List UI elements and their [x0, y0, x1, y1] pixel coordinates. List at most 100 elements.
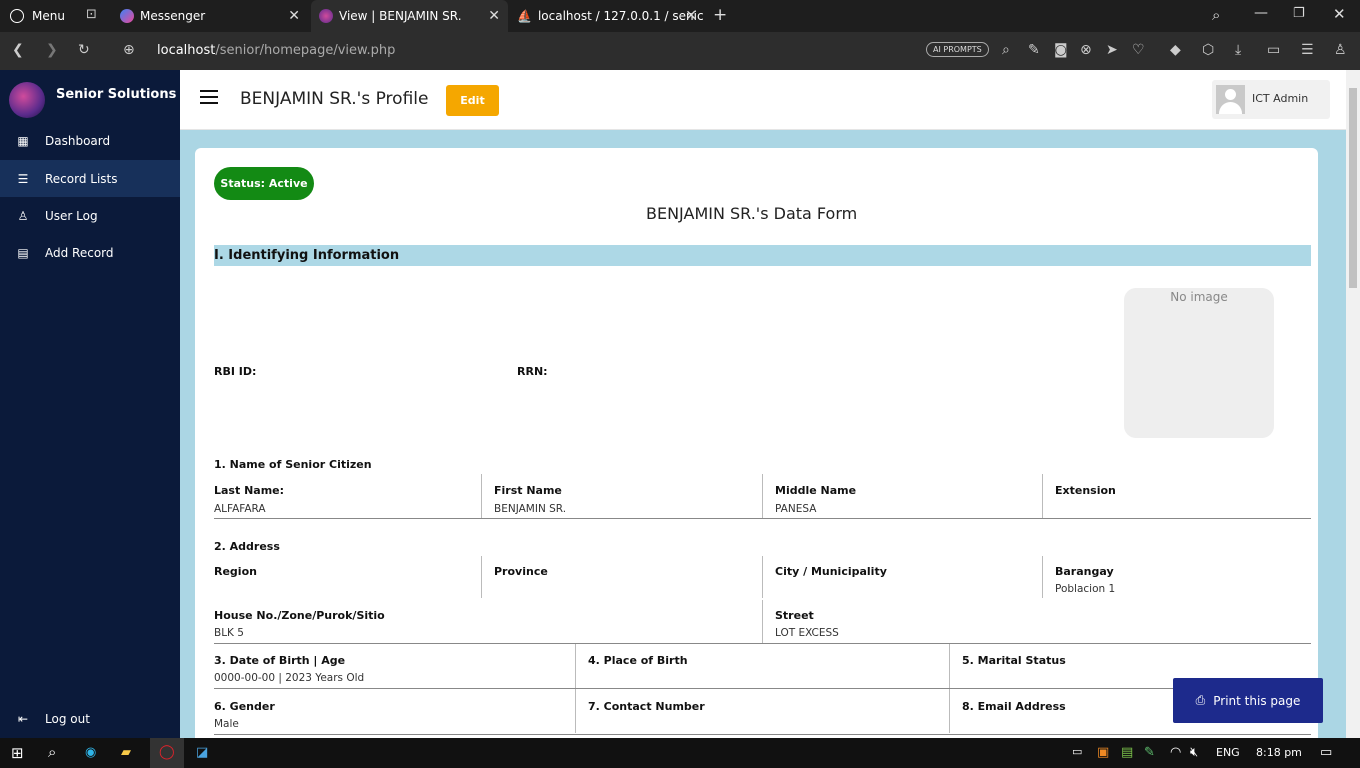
- download-icon[interactable]: ⤓: [1235, 42, 1241, 58]
- messenger-icon: [120, 9, 134, 23]
- email-address-label: 8. Email Address: [962, 700, 1066, 713]
- tray-edit-icon[interactable]: ✎: [1144, 745, 1155, 760]
- profile-icon[interactable]: ♙: [1334, 42, 1347, 58]
- brand-name: Senior Solutions: [56, 87, 177, 102]
- clock[interactable]: 8:18 pm: [1256, 746, 1302, 759]
- extensions-icon[interactable]: ⬡: [1202, 42, 1214, 58]
- archive-icon: ▤: [17, 245, 29, 260]
- opera-taskbar-item[interactable]: ◯: [150, 738, 184, 768]
- reload-icon[interactable]: ↻: [78, 42, 90, 58]
- printer-icon: ⎙: [1195, 693, 1206, 707]
- file-explorer-icon[interactable]: ▰: [121, 745, 131, 760]
- windows-taskbar: ⊞ ⌕ ◉ ▰ ◯ ◪ ▭ ▣ ▤ ✎ ◠ 🔇︎ ENG 8:18 pm ▭: [0, 738, 1360, 768]
- windows-start-icon[interactable]: ⊞: [11, 744, 24, 762]
- close-tab-icon[interactable]: ✕: [488, 8, 500, 24]
- close-window-icon[interactable]: ✕: [1333, 5, 1346, 23]
- tray-app-icon[interactable]: ▤: [1121, 745, 1133, 760]
- search-icon[interactable]: ⌕: [48, 743, 56, 761]
- grid-icon: ▦: [17, 133, 29, 148]
- first-name-label: First Name: [494, 484, 562, 497]
- sidebar-item-record-lists[interactable]: ☰ Record Lists: [0, 160, 180, 197]
- opera-logo-icon[interactable]: [10, 9, 24, 23]
- site-info-icon[interactable]: ⊕: [123, 42, 135, 58]
- user-menu[interactable]: ICT Admin: [1212, 80, 1330, 119]
- wifi-icon[interactable]: ◠: [1170, 745, 1181, 760]
- site-favicon-icon: [319, 9, 333, 23]
- gender-value: Male: [214, 718, 239, 730]
- divider: [214, 734, 1311, 735]
- close-tab-icon[interactable]: ✕: [288, 8, 300, 24]
- sidebar-item-label: Add Record: [45, 245, 114, 260]
- tab-messenger[interactable]: Messenger ✕: [112, 0, 308, 32]
- sidebar-item-add-record[interactable]: ▤ Add Record: [0, 234, 180, 271]
- edit-button[interactable]: Edit: [446, 85, 499, 116]
- profile-photo: No image: [1124, 288, 1274, 438]
- heart-icon[interactable]: ♡: [1132, 42, 1145, 58]
- street-label: Street: [775, 609, 814, 622]
- sidebar-item-dashboard[interactable]: ▦ Dashboard: [0, 122, 180, 159]
- tab-islands-icon[interactable]: ⊡: [86, 7, 97, 22]
- minimize-icon[interactable]: —: [1254, 5, 1268, 21]
- battery-tray-icon[interactable]: ▭: [1072, 745, 1082, 758]
- back-icon[interactable]: ❮: [12, 42, 24, 58]
- place-of-birth-label: 4. Place of Birth: [588, 654, 688, 667]
- vscode-icon[interactable]: ◪: [196, 745, 208, 760]
- avatar: [1216, 85, 1245, 114]
- divider: [214, 518, 1311, 519]
- battery-icon[interactable]: ▭: [1267, 42, 1280, 58]
- easy-setup-icon[interactable]: ☰: [1301, 42, 1314, 58]
- print-button[interactable]: ⎙ Print this page: [1173, 678, 1323, 723]
- sidebar-item-label: Dashboard: [45, 133, 111, 148]
- scrollbar-thumb[interactable]: [1349, 88, 1357, 288]
- find-icon[interactable]: ⌕: [1002, 42, 1010, 58]
- address-bar-row: ❮ ❯ ↻ ⊕ localhost/senior/homepage/view.p…: [0, 32, 1360, 70]
- share-icon[interactable]: ✎: [1028, 42, 1040, 58]
- tab-label: View | BENJAMIN SR.: [339, 9, 462, 23]
- sidebar-item-user-log[interactable]: ♙ User Log: [0, 197, 180, 234]
- divider: [762, 556, 763, 598]
- logout-label: Log out: [45, 711, 90, 726]
- tab-label: Messenger: [140, 9, 206, 23]
- language-indicator[interactable]: ENG: [1216, 746, 1240, 759]
- restore-icon[interactable]: ❐: [1293, 6, 1305, 21]
- page-title: BENJAMIN SR.'s Profile: [240, 89, 429, 109]
- notifications-icon[interactable]: ▭: [1320, 745, 1332, 760]
- camera-icon[interactable]: ◙: [1054, 42, 1068, 58]
- logout-link[interactable]: ⇤ Log out: [0, 700, 180, 737]
- divider: [762, 600, 763, 643]
- send-icon[interactable]: ➤: [1106, 42, 1118, 58]
- contact-number-label: 7. Contact Number: [588, 700, 705, 713]
- main-content: Status: Active BENJAMIN SR.'s Data Form …: [180, 130, 1346, 738]
- sidebar: Senior Solutions ▦ Dashboard ☰ Record Li…: [0, 70, 180, 738]
- page-scrollbar[interactable]: [1346, 70, 1360, 738]
- tab-view-profile[interactable]: View | BENJAMIN SR. ✕: [311, 0, 508, 32]
- tab-label: localhost / 127.0.0.1 / senic: [537, 9, 704, 23]
- menu-label[interactable]: Menu: [32, 9, 65, 23]
- xampp-tray-icon[interactable]: ▣: [1097, 745, 1109, 760]
- list-icon: ☰: [17, 171, 29, 186]
- divider: [949, 689, 950, 733]
- ai-prompts-button[interactable]: AI PROMPTS: [926, 42, 989, 57]
- new-tab-icon[interactable]: +: [713, 5, 727, 25]
- edge-icon[interactable]: ◉: [85, 745, 96, 760]
- divider: [762, 474, 763, 518]
- divider: [949, 644, 950, 688]
- brand-logo: [9, 82, 45, 118]
- hamburger-menu-icon[interactable]: [200, 90, 218, 104]
- tab-phpmyadmin[interactable]: ⛵ localhost / 127.0.0.1 / senic ✕: [509, 0, 705, 32]
- section-heading: I. Identifying Information: [214, 245, 1311, 266]
- volume-muted-icon[interactable]: 🔇︎: [1190, 745, 1198, 760]
- block-icon[interactable]: ⊗: [1080, 42, 1092, 58]
- rrn-label: RRN:: [517, 365, 548, 378]
- close-tab-icon[interactable]: ✕: [685, 8, 697, 24]
- forward-icon[interactable]: ❯: [46, 42, 58, 58]
- search-tabs-icon[interactable]: ⌕: [1212, 6, 1220, 24]
- status-badge: Status: Active: [214, 167, 314, 200]
- street-value: LOT EXCESS: [775, 627, 839, 639]
- divider: [1042, 474, 1043, 518]
- middle-name-label: Middle Name: [775, 484, 857, 497]
- vpn-icon[interactable]: ◆: [1170, 42, 1181, 58]
- last-name-label: Last Name:: [214, 484, 285, 497]
- url-field[interactable]: localhost/senior/homepage/view.php: [157, 43, 395, 58]
- opera-icon: ◯: [159, 744, 175, 760]
